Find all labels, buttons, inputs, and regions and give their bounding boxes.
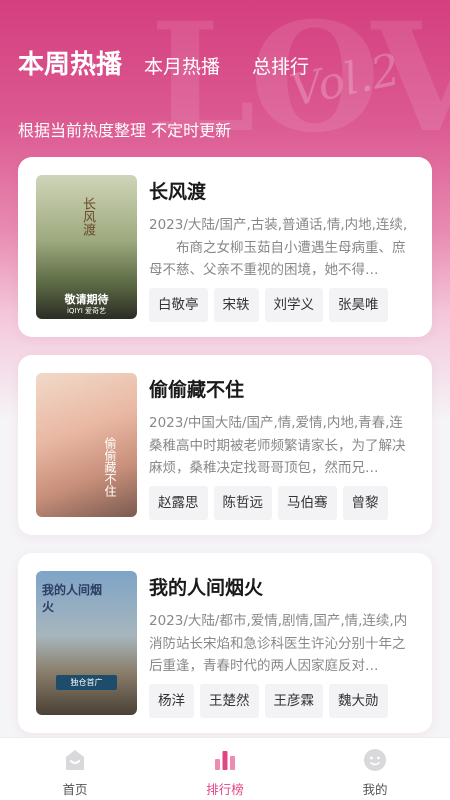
show-card[interactable]: 我的人间烟火 独仓首广 我的人间烟火 2023/大陆/都市,爱情,剧情,国产,情… — [18, 553, 432, 733]
cast-tag[interactable]: 白敬亭 — [149, 288, 208, 322]
nav-ranking[interactable]: 排行榜 — [150, 738, 300, 800]
nav-home[interactable]: 首页 — [0, 738, 150, 800]
bottom-nav: 首页 排行榜 我的 — [0, 737, 450, 800]
nav-ranking-label: 排行榜 — [206, 782, 244, 797]
poster-tagline: 敬请期待 — [64, 293, 109, 306]
ranking-subtitle: 根据当前热度整理 不定时更新 — [18, 121, 232, 140]
nav-profile-label: 我的 — [362, 782, 388, 797]
show-meta: 2023/大陆/都市,爱情,剧情,国产,情,连续,内 — [149, 613, 408, 629]
tab-overall[interactable]: 总排行 — [252, 52, 309, 81]
show-poster[interactable]: 长风渡 敬请期待 iQIYI 爱奇艺 — [36, 175, 137, 319]
ranking-tabs: 本周热播 本月热播 总排行 — [18, 44, 341, 81]
poster-title: 我的人间烟火 — [42, 583, 103, 614]
cast-tag[interactable]: 赵露思 — [149, 486, 208, 520]
tab-monthly[interactable]: 本月热播 — [144, 52, 220, 81]
nav-profile[interactable]: 我的 — [300, 738, 450, 800]
show-card[interactable]: 偷偷藏不住 偷偷藏不住 2023/中国大陆/国产,情,爱情,内地,青春,连 桑稚… — [18, 355, 432, 535]
tab-weekly[interactable]: 本周热播 — [18, 44, 122, 81]
profile-icon — [364, 749, 386, 771]
cast-tag[interactable]: 杨洋 — [149, 684, 194, 718]
cast-tag[interactable]: 宋轶 — [213, 288, 259, 322]
cast-tag[interactable]: 陈哲远 — [213, 486, 272, 520]
show-meta: 2023/大陆/国产,古装,普通话,情,内地,连续, — [149, 217, 408, 233]
cast-tags: 白敬亭 宋轶 刘学义 张昊唯 — [149, 288, 394, 322]
poster-brand: iQIYI 爱奇艺 — [66, 307, 107, 315]
cast-tag[interactable]: 魏大勋 — [329, 684, 388, 718]
show-description: 消防站长宋焰和急诊科医生许沁分别十年之后重逢，青春时代的两人因家庭反对… — [149, 636, 406, 674]
show-poster[interactable]: 偷偷藏不住 — [36, 373, 137, 517]
show-meta: 2023/中国大陆/国产,情,爱情,内地,青春,连 — [149, 415, 403, 431]
cast-tag[interactable]: 刘学义 — [264, 288, 323, 322]
show-card[interactable]: 长风渡 敬请期待 iQIYI 爱奇艺 长风渡 2023/大陆/国产,古装,普通话… — [18, 157, 432, 337]
cast-tags: 杨洋 王楚然 王彦霖 魏大勋 — [149, 684, 394, 718]
cast-tag[interactable]: 马伯骞 — [278, 486, 337, 520]
cast-tag[interactable]: 张昊唯 — [329, 288, 388, 322]
home-icon — [66, 750, 84, 770]
cast-tag[interactable]: 王彦霖 — [264, 684, 323, 718]
poster-title: 偷偷藏不住 — [103, 437, 117, 497]
show-poster[interactable]: 我的人间烟火 独仓首广 — [36, 571, 137, 715]
poster-title: 长风渡 — [80, 197, 95, 236]
nav-home-label: 首页 — [62, 782, 88, 797]
cast-tags: 赵露思 陈哲远 马伯骞 曾黎 — [149, 486, 394, 520]
cast-tag[interactable]: 王楚然 — [200, 684, 259, 718]
show-description: 桑稚高中时期被老师频繁请家长，为了解决麻烦，桑稚决定找哥哥顶包，然而兄… — [149, 438, 406, 476]
poster-badge: 独仓首广 — [56, 675, 117, 690]
show-description: 布商之女柳玉茹自小遭遇生母病重、庶母不慈、父亲不重视的困境，她不得… — [149, 240, 406, 278]
show-title[interactable]: 长风渡 — [149, 177, 206, 204]
bar-chart-icon — [215, 751, 235, 770]
cast-tag[interactable]: 曾黎 — [342, 486, 388, 520]
show-title[interactable]: 偷偷藏不住 — [149, 375, 244, 402]
show-title[interactable]: 我的人间烟火 — [149, 573, 263, 600]
